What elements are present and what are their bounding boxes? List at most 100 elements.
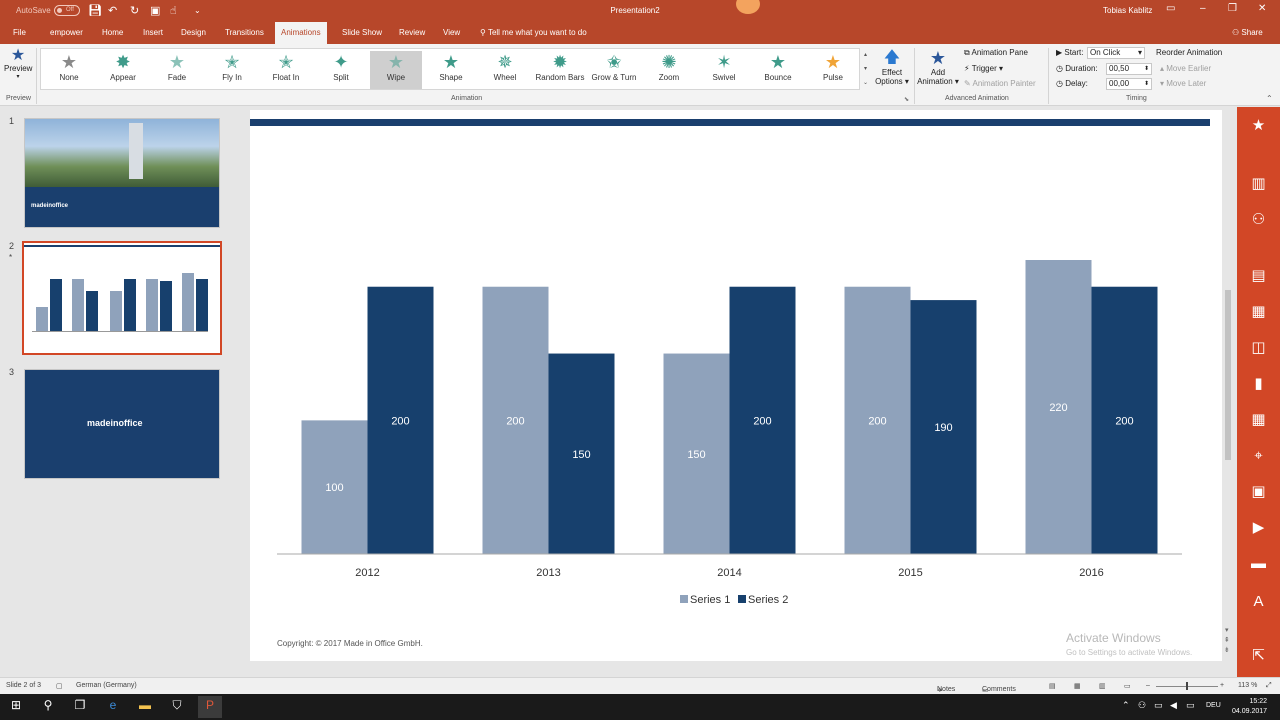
table-icon[interactable]: ▦ xyxy=(1237,411,1280,429)
spinner-icon[interactable]: ⬍ xyxy=(1144,79,1149,89)
store-icon[interactable]: ⛉ xyxy=(165,698,189,713)
gallery-item-wheel[interactable]: ✵ Wheel xyxy=(479,51,531,89)
scroll-down-icon[interactable]: ▾ xyxy=(1225,626,1229,634)
slide-canvas[interactable]: 100 200 2012 200 150 2013 150 200 2014 200 190 2015… xyxy=(250,110,1222,661)
people-icon[interactable]: ⚇ xyxy=(1237,211,1280,229)
volume-icon[interactable]: ◀ xyxy=(1170,700,1177,711)
gallery-item-wipe[interactable]: ★ Wipe xyxy=(370,51,422,89)
preview-button[interactable]: ★ Preview ▾ xyxy=(4,48,32,81)
move-earlier-button[interactable]: ▴ Move Earlier xyxy=(1160,64,1211,73)
gallery-item-float-in[interactable]: ✭ Float In xyxy=(260,51,312,89)
tell-me-box[interactable]: ⚲ Tell me what you want to do xyxy=(480,28,587,37)
gallery-item-grow-and-turn[interactable]: ✬ Grow & Turn xyxy=(588,51,640,89)
clock[interactable]: 15:22 04.09.2017 xyxy=(1232,697,1267,717)
minimize-icon[interactable]: – xyxy=(1200,3,1206,14)
gallery-item-random-bars[interactable]: ✹ Random Bars xyxy=(534,51,586,89)
collapse-ribbon-icon[interactable]: ⌃ xyxy=(1266,94,1273,103)
show-hidden-icons[interactable]: ⌃ xyxy=(1122,700,1130,711)
gallery-item-zoom[interactable]: ✺ Zoom xyxy=(643,51,695,89)
vertical-scrollbar[interactable]: ▾ ⇞ ⇟ xyxy=(1223,120,1233,654)
zoom-level[interactable]: 113 % xyxy=(1238,682,1257,689)
thumbnail-number: 1 xyxy=(9,116,15,126)
ribbon-display-options-icon[interactable]: ▭ xyxy=(1166,3,1175,14)
star-icon[interactable]: ★ xyxy=(1237,117,1280,135)
message-icon[interactable]: ▭ xyxy=(1186,700,1195,711)
animation-pane-button[interactable]: ⧉ Animation Pane xyxy=(964,48,1028,58)
gallery-item-appear[interactable]: ✸ Appear xyxy=(97,51,149,89)
dialog-launcher-icon[interactable]: ⬊ xyxy=(904,96,909,103)
duration-input[interactable]: 00,50 ⬍ xyxy=(1106,63,1152,75)
scrollbar-thumb[interactable] xyxy=(1225,290,1231,460)
tab-slide-show[interactable]: Slide Show xyxy=(336,22,388,44)
font-icon[interactable]: A xyxy=(1237,593,1280,611)
tab-review[interactable]: Review xyxy=(393,22,431,44)
zoom-slider-handle[interactable] xyxy=(1186,682,1188,690)
presentation-icon[interactable]: ▤ xyxy=(1237,267,1280,285)
normal-view-icon[interactable]: ▤ xyxy=(1049,682,1056,690)
add-animation-button[interactable]: ★ Add Animation ▾ xyxy=(916,48,960,86)
library-icon[interactable]: ▥ xyxy=(1237,175,1280,193)
share-button[interactable]: ⚇ Share xyxy=(1232,28,1263,37)
slide-stack-icon[interactable]: ▬ xyxy=(1237,555,1280,573)
gallery-item-fade[interactable]: ★ Fade xyxy=(151,51,203,89)
chart-icon[interactable]: ▮ xyxy=(1237,375,1280,393)
restore-icon[interactable]: ❐ xyxy=(1228,3,1237,14)
edge-browser-icon[interactable]: e xyxy=(101,698,125,712)
fit-to-window-icon[interactable]: ⤢ xyxy=(1266,682,1272,690)
tab-transitions[interactable]: Transitions xyxy=(219,22,270,44)
next-slide-icon[interactable]: ⇟ xyxy=(1224,646,1230,654)
tab-insert[interactable]: Insert xyxy=(137,22,169,44)
trigger-button[interactable]: ⚡ Trigger ▾ xyxy=(964,64,1003,73)
gallery-item-none[interactable]: ★ None xyxy=(43,51,95,89)
animation-painter-button[interactable]: ✎ Animation Painter xyxy=(964,79,1036,88)
tab-file[interactable]: File xyxy=(7,22,32,44)
chevron-down-icon: ▾ xyxy=(16,74,20,80)
task-view-icon[interactable]: ❐ xyxy=(68,698,92,712)
gallery-item-shape[interactable]: ★ Shape xyxy=(425,51,477,89)
image-icon[interactable]: ▣ xyxy=(1237,483,1280,501)
windows-start-icon[interactable]: ⊞ xyxy=(4,698,28,712)
zoom-out-icon[interactable]: – xyxy=(1146,682,1150,689)
tab-design[interactable]: Design xyxy=(175,22,212,44)
tab-empower[interactable]: empower xyxy=(44,22,89,44)
user-name[interactable]: Tobias Kablitz xyxy=(1103,6,1152,15)
gallery-scroll[interactable]: ▴ ▾ ⌄ xyxy=(861,48,870,90)
spinner-icon[interactable]: ⬍ xyxy=(1144,64,1149,74)
delay-input[interactable]: 00,00 ⬍ xyxy=(1106,78,1152,90)
effect-options-button[interactable]: 🡅 Effect Options ▾ xyxy=(872,48,912,86)
tab-view[interactable]: View xyxy=(437,22,466,44)
tab-animations[interactable]: Animations xyxy=(275,22,327,44)
tab-home[interactable]: Home xyxy=(96,22,129,44)
start-select[interactable]: On Click ▾ xyxy=(1087,47,1145,59)
zoom-in-icon[interactable]: + xyxy=(1220,682,1224,689)
slide-thumbnail-3[interactable]: madeinoffice xyxy=(24,369,220,479)
close-icon[interactable]: ✕ xyxy=(1258,3,1266,14)
gallery-item-pulse[interactable]: ★ Pulse xyxy=(807,51,859,89)
powerpoint-taskbar-icon[interactable]: P xyxy=(198,696,222,718)
bar-chart[interactable]: 100 200 2012 200 150 2013 150 200 2014 200 190 2015… xyxy=(250,110,1222,661)
legend-swatch xyxy=(738,595,746,603)
search-icon[interactable]: ⚲ xyxy=(36,698,60,712)
gallery-item-swivel[interactable]: ✶ Swivel xyxy=(698,51,750,89)
move-later-button[interactable]: ▾ Move Later xyxy=(1160,79,1206,88)
people-tray-icon[interactable]: ⚇ xyxy=(1138,700,1146,711)
gallery-item-split[interactable]: ✦ Split xyxy=(315,51,367,89)
gallery-item-fly-in[interactable]: ✭ Fly In xyxy=(206,51,258,89)
external-link-icon[interactable]: ⇱ xyxy=(1237,647,1280,665)
previous-slide-icon[interactable]: ⇞ xyxy=(1224,636,1230,644)
slide-thumbnail-1[interactable]: madeinoffice xyxy=(24,118,220,228)
map-icon[interactable]: ⌖ xyxy=(1237,447,1280,465)
spell-check-icon[interactable]: ▢ xyxy=(56,682,63,690)
language-indicator[interactable]: German (Germany) xyxy=(76,682,137,689)
file-explorer-icon[interactable]: ▬ xyxy=(133,698,157,712)
text-box-icon[interactable]: ◫ xyxy=(1237,339,1280,357)
network-icon[interactable]: ▭ xyxy=(1154,700,1163,711)
slide-show-icon[interactable]: ▭ xyxy=(1124,682,1131,690)
layout-icon[interactable]: ▦ xyxy=(1237,303,1280,321)
slide-sorter-icon[interactable]: ▦ xyxy=(1074,682,1081,690)
input-language[interactable]: DEU xyxy=(1206,702,1221,709)
slide-thumbnail-2[interactable] xyxy=(22,241,222,355)
gallery-item-bounce[interactable]: ★ Bounce xyxy=(752,51,804,89)
video-icon[interactable]: ▶ xyxy=(1237,519,1280,537)
reading-view-icon[interactable]: ▥ xyxy=(1099,682,1106,690)
